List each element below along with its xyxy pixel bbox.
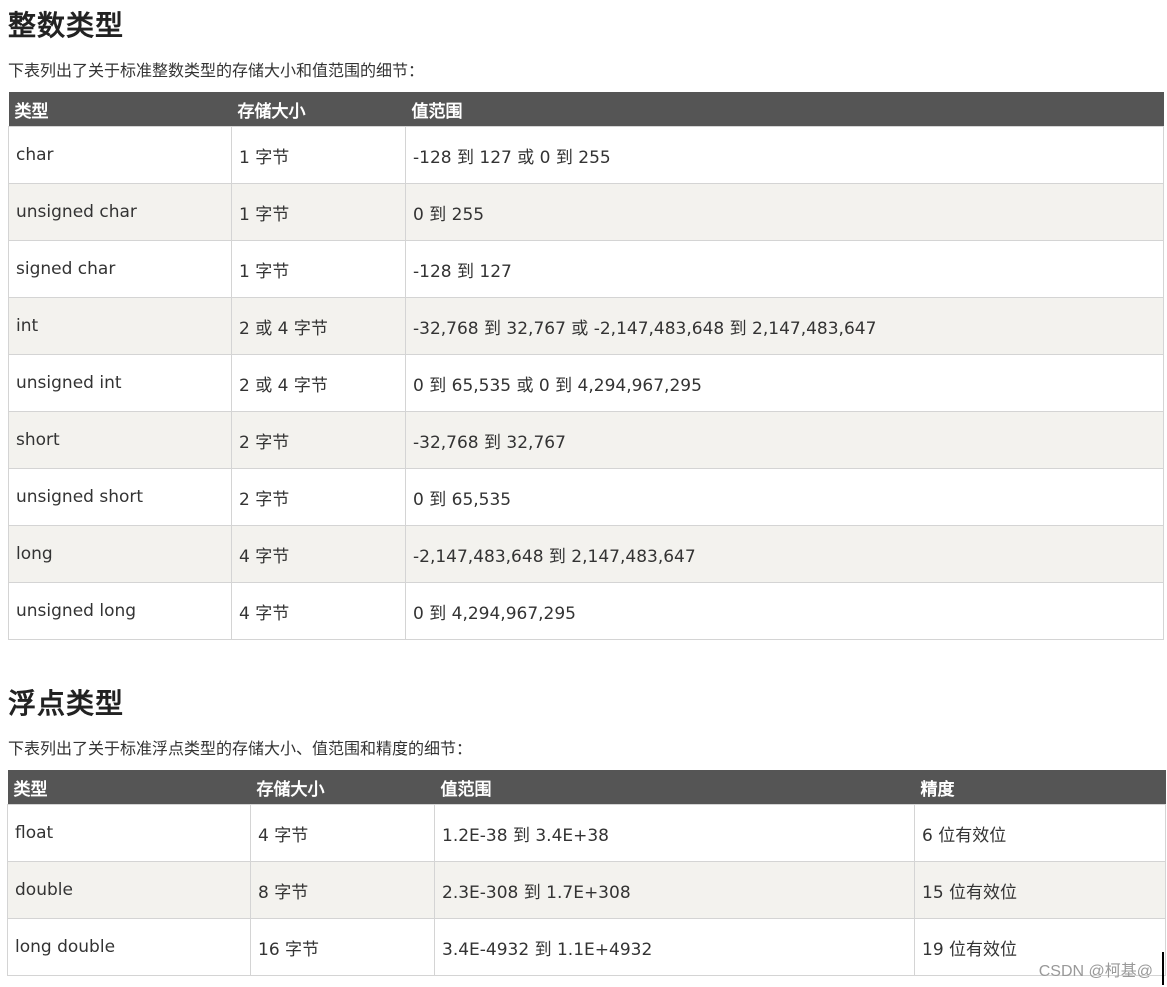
range-cell: 0 到 255: [405, 183, 1164, 241]
column-header-range: 值范围: [434, 770, 915, 805]
integer-types-heading: 整数类型: [8, 9, 125, 42]
type-cell: unsigned int: [8, 354, 232, 412]
type-cell: double: [7, 861, 251, 919]
integer-types-table: 类型 存储大小 值范围 char 1 字节 -128 到 127 或 0 到 2…: [8, 92, 1164, 640]
page: 整数类型 下表列出了关于标准整数类型的存储大小和值范围的细节： 类型 存储大小 …: [0, 0, 1167, 987]
size-cell: 4 字节: [231, 525, 406, 583]
text-cursor: [1162, 952, 1164, 985]
table-row: float 4 字节 1.2E-38 到 3.4E+38 6 位有效位: [7, 804, 1166, 862]
size-cell: 16 字节: [250, 918, 435, 976]
size-cell: 2 字节: [231, 411, 406, 469]
table-row: unsigned short 2 字节 0 到 65,535: [8, 468, 1164, 526]
type-cell: unsigned short: [8, 468, 232, 526]
range-cell: -2,147,483,648 到 2,147,483,647: [405, 525, 1164, 583]
size-cell: 4 字节: [231, 582, 406, 640]
size-cell: 2 或 4 字节: [231, 297, 406, 355]
column-header-type: 类型: [8, 92, 232, 127]
column-header-type: 类型: [7, 770, 251, 805]
precision-cell: 15 位有效位: [914, 861, 1166, 919]
float-types-description: 下表列出了关于标准浮点类型的存储大小、值范围和精度的细节：: [8, 739, 473, 758]
column-header-size: 存储大小: [250, 770, 435, 805]
range-cell: 3.4E-4932 到 1.1E+4932: [434, 918, 915, 976]
size-cell: 4 字节: [250, 804, 435, 862]
table-row: unsigned char 1 字节 0 到 255: [8, 183, 1164, 241]
table-header-row: 类型 存储大小 值范围: [8, 92, 1164, 127]
float-types-table: 类型 存储大小 值范围 精度 float 4 字节 1.2E-38 到 3.4E…: [7, 770, 1166, 976]
size-cell: 2 或 4 字节: [231, 354, 406, 412]
table-row: char 1 字节 -128 到 127 或 0 到 255: [8, 126, 1164, 184]
type-cell: unsigned long: [8, 582, 232, 640]
size-cell: 8 字节: [250, 861, 435, 919]
type-cell: float: [7, 804, 251, 862]
type-cell: signed char: [8, 240, 232, 298]
table-row: unsigned int 2 或 4 字节 0 到 65,535 或 0 到 4…: [8, 354, 1164, 412]
watermark: CSDN @柯基@: [1038, 963, 1153, 980]
range-cell: -32,768 到 32,767: [405, 411, 1164, 469]
table-row: long double 16 字节 3.4E-4932 到 1.1E+4932 …: [7, 918, 1166, 976]
range-cell: 1.2E-38 到 3.4E+38: [434, 804, 915, 862]
range-cell: -128 到 127 或 0 到 255: [405, 126, 1164, 184]
float-types-heading: 浮点类型: [8, 687, 125, 720]
table-row: long 4 字节 -2,147,483,648 到 2,147,483,647: [8, 525, 1164, 583]
table-row: signed char 1 字节 -128 到 127: [8, 240, 1164, 298]
type-cell: long: [8, 525, 232, 583]
table-header-row: 类型 存储大小 值范围 精度: [7, 770, 1166, 805]
range-cell: -32,768 到 32,767 或 -2,147,483,648 到 2,14…: [405, 297, 1164, 355]
precision-cell: 6 位有效位: [914, 804, 1166, 862]
size-cell: 1 字节: [231, 126, 406, 184]
range-cell: 0 到 65,535 或 0 到 4,294,967,295: [405, 354, 1164, 412]
range-cell: -128 到 127: [405, 240, 1164, 298]
size-cell: 1 字节: [231, 240, 406, 298]
type-cell: long double: [7, 918, 251, 976]
size-cell: 1 字节: [231, 183, 406, 241]
table-row: short 2 字节 -32,768 到 32,767: [8, 411, 1164, 469]
table-row: double 8 字节 2.3E-308 到 1.7E+308 15 位有效位: [7, 861, 1166, 919]
range-cell: 2.3E-308 到 1.7E+308: [434, 861, 915, 919]
type-cell: char: [8, 126, 232, 184]
column-header-size: 存储大小: [231, 92, 406, 127]
type-cell: unsigned char: [8, 183, 232, 241]
range-cell: 0 到 4,294,967,295: [405, 582, 1164, 640]
table-row: unsigned long 4 字节 0 到 4,294,967,295: [8, 582, 1164, 640]
column-header-precision: 精度: [914, 770, 1166, 805]
type-cell: short: [8, 411, 232, 469]
type-cell: int: [8, 297, 232, 355]
column-header-range: 值范围: [405, 92, 1164, 127]
integer-types-description: 下表列出了关于标准整数类型的存储大小和值范围的细节：: [8, 61, 425, 80]
range-cell: 0 到 65,535: [405, 468, 1164, 526]
size-cell: 2 字节: [231, 468, 406, 526]
table-row: int 2 或 4 字节 -32,768 到 32,767 或 -2,147,4…: [8, 297, 1164, 355]
